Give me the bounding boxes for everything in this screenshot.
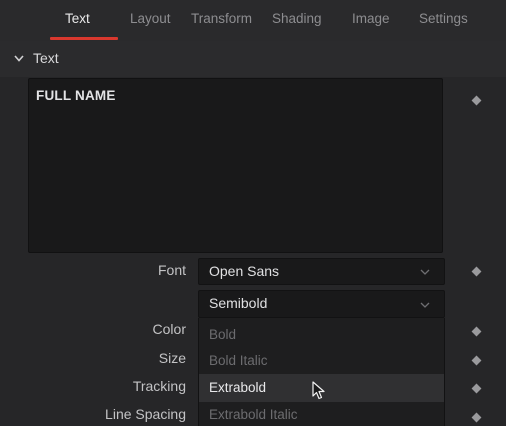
tab-layout[interactable]: Layout bbox=[130, 0, 171, 41]
tab-shading[interactable]: Shading bbox=[272, 0, 322, 41]
font-family-value: Open Sans bbox=[209, 263, 280, 279]
caret-down-icon bbox=[420, 302, 430, 308]
font-family-select[interactable]: Open Sans bbox=[198, 258, 445, 285]
font-style-dropdown: Bold Bold Italic Extrabold Extrabold Ita… bbox=[198, 318, 445, 426]
line-spacing-label: Line Spacing bbox=[105, 406, 186, 422]
caret-down-icon bbox=[420, 269, 430, 275]
text-input-value: FULL NAME bbox=[36, 88, 116, 103]
tab-transform[interactable]: Transform bbox=[191, 0, 252, 41]
dropdown-option-extrabold-italic[interactable]: Extrabold Italic bbox=[199, 401, 444, 426]
font-label: Font bbox=[157, 262, 186, 278]
section-title: Text bbox=[33, 50, 59, 66]
dropdown-option-bold[interactable]: Bold bbox=[199, 321, 444, 349]
dropdown-option-extrabold[interactable]: Extrabold bbox=[199, 374, 444, 402]
text-section-header[interactable]: Text bbox=[0, 41, 506, 77]
active-tab-indicator bbox=[50, 37, 118, 40]
color-label: Color bbox=[152, 321, 186, 337]
tab-settings[interactable]: Settings bbox=[419, 0, 468, 41]
tab-image[interactable]: Image bbox=[352, 0, 390, 41]
chevron-down-icon[interactable] bbox=[13, 52, 25, 64]
font-style-value: Semibold bbox=[209, 295, 268, 311]
tracking-label: Tracking bbox=[132, 378, 186, 394]
inspector-tab-bar: Text Layout Transform Shading Image Sett… bbox=[0, 0, 506, 42]
tab-text[interactable]: Text bbox=[65, 0, 90, 41]
text-input-field[interactable]: FULL NAME bbox=[28, 78, 443, 253]
font-style-select[interactable]: Semibold bbox=[198, 290, 445, 318]
inspector-panel: Text Layout Transform Shading Image Sett… bbox=[0, 0, 506, 426]
size-label: Size bbox=[158, 350, 186, 366]
dropdown-option-bold-italic[interactable]: Bold Italic bbox=[199, 347, 444, 375]
